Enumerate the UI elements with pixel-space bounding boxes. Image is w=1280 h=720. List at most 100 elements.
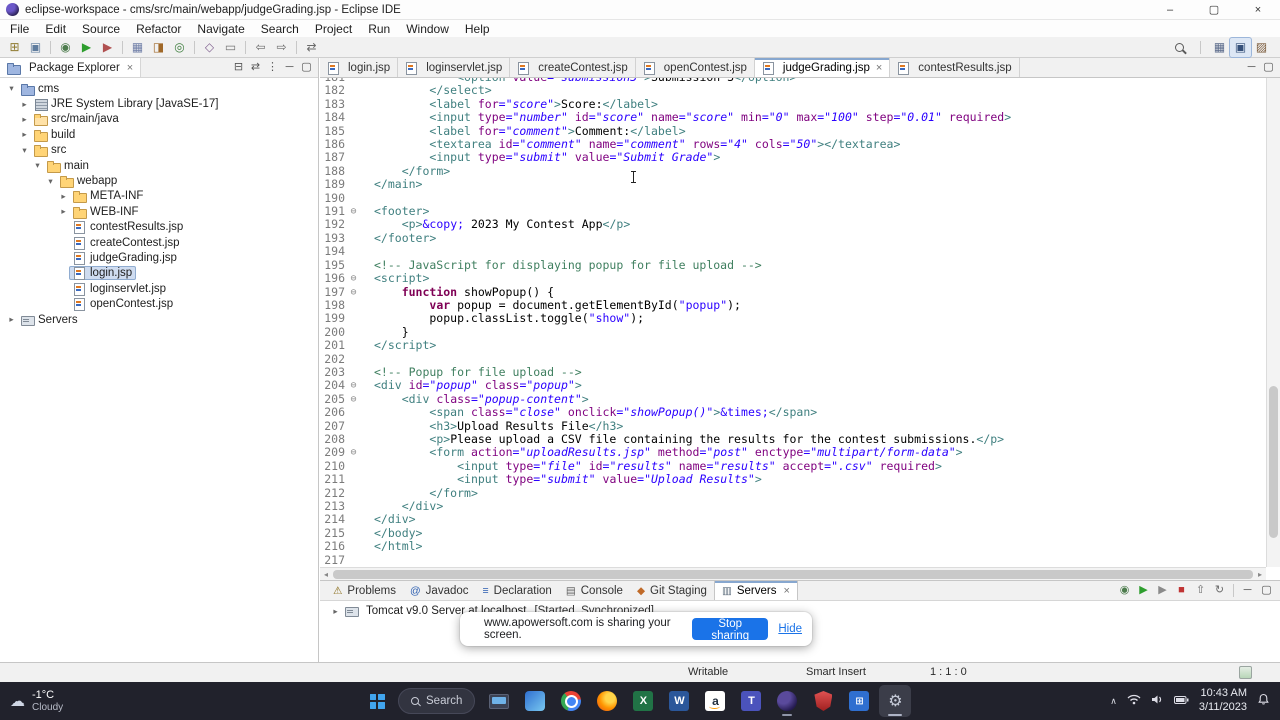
- tree-item-main[interactable]: ▾ main: [0, 158, 318, 173]
- code-line-184[interactable]: 184 <input type="number" id="score" name…: [320, 110, 1266, 124]
- taskbar-search[interactable]: Search: [398, 688, 476, 714]
- taskbar-app-photos[interactable]: [519, 685, 551, 717]
- debug-icon[interactable]: ◉: [55, 38, 76, 57]
- code-line-195[interactable]: 195 <!-- JavaScript for displaying popup …: [320, 258, 1266, 272]
- close-view-icon[interactable]: ×: [127, 62, 133, 74]
- panel-tab-problems[interactable]: ⚠ Problems: [326, 581, 403, 600]
- tab-package-explorer[interactable]: Package Explorer ×: [0, 58, 142, 77]
- forward-icon[interactable]: ⇨: [271, 38, 292, 57]
- editor-tab-login-jsp[interactable]: login.jsp: [320, 58, 399, 77]
- taskbar-app-firefox[interactable]: [591, 685, 623, 717]
- tree-toggle-icon[interactable]: ▸: [19, 99, 30, 110]
- tree-toggle-icon[interactable]: ▾: [19, 145, 30, 156]
- tree-item-opencontest-jsp[interactable]: openContest.jsp: [0, 296, 318, 312]
- panel-tab-declaration[interactable]: ≡ Declaration: [476, 581, 559, 600]
- menu-file[interactable]: File: [2, 22, 37, 36]
- debug-server-icon[interactable]: ◉: [1115, 581, 1134, 600]
- code-line-187[interactable]: 187 <input type="submit" value="Submit G…: [320, 151, 1266, 165]
- tree-toggle-icon[interactable]: ▸: [58, 191, 69, 202]
- taskbar-app-screen-mirror[interactable]: [483, 685, 515, 717]
- taskbar-app-chrome[interactable]: [555, 685, 587, 717]
- code-line-207[interactable]: 207 <h3>Upload Results File</h3>: [320, 419, 1266, 433]
- code-line-189[interactable]: 189 </main>: [320, 177, 1266, 191]
- weather-widget[interactable]: ☁ -1°C Cloudy: [10, 682, 63, 720]
- maximize-view-icon[interactable]: ▢: [1257, 581, 1276, 600]
- editor-tab-opencontest-jsp[interactable]: openContest.jsp: [636, 58, 755, 77]
- close-button[interactable]: ×: [1236, 0, 1280, 19]
- scroll-left-icon[interactable]: ◂: [320, 570, 332, 579]
- tree-toggle-icon[interactable]: ▸: [330, 606, 341, 617]
- scroll-right-icon[interactable]: ▸: [1254, 570, 1266, 579]
- code-line-203[interactable]: 203 <!-- Popup for file upload -->: [320, 365, 1266, 379]
- java-perspective-icon[interactable]: ▨: [1251, 38, 1272, 57]
- code-line-186[interactable]: 186 <textarea id="comment" name="comment…: [320, 137, 1266, 151]
- menu-search[interactable]: Search: [253, 22, 307, 36]
- hidden-icons-chevron[interactable]: ∧: [1110, 696, 1117, 707]
- tree-toggle-icon[interactable]: ▸: [19, 129, 30, 140]
- code-line-208[interactable]: 208 <p>Please upload a CSV file containi…: [320, 432, 1266, 446]
- code-line-194[interactable]: 194: [320, 244, 1266, 258]
- code-line-188[interactable]: 188 </form>: [320, 164, 1266, 178]
- fold-toggle-icon[interactable]: ⊖: [347, 393, 360, 406]
- code-line-190[interactable]: 190: [320, 191, 1266, 205]
- maximize-button[interactable]: ▢: [1192, 0, 1236, 19]
- taskbar-app-security[interactable]: [807, 685, 839, 717]
- code-line-206[interactable]: 206 <span class="close" onclick="showPop…: [320, 405, 1266, 419]
- tree-toggle-icon[interactable]: ▾: [32, 160, 43, 171]
- taskbar-app-excel[interactable]: X: [627, 685, 659, 717]
- code-line-191[interactable]: 191 ⊖ <footer>: [320, 204, 1266, 218]
- menu-window[interactable]: Window: [398, 22, 457, 36]
- code-line-197[interactable]: 197 ⊖ function showPopup() {: [320, 285, 1266, 299]
- taskbar-app-store[interactable]: ⊞: [843, 685, 875, 717]
- menu-navigate[interactable]: Navigate: [189, 22, 252, 36]
- menu-source[interactable]: Source: [74, 22, 128, 36]
- menu-project[interactable]: Project: [307, 22, 360, 36]
- minimize-view-icon[interactable]: ─: [1238, 581, 1257, 600]
- fold-toggle-icon[interactable]: ⊖: [347, 272, 360, 285]
- code-line-183[interactable]: 183 <label for="score">Score:</label>: [320, 97, 1266, 111]
- new-servlet-icon[interactable]: ◨: [148, 38, 169, 57]
- code-line-212[interactable]: 212 </form>: [320, 486, 1266, 500]
- code-line-202[interactable]: 202: [320, 352, 1266, 366]
- volume-icon[interactable]: [1151, 694, 1164, 708]
- stop-sharing-button[interactable]: Stop sharing: [692, 618, 769, 642]
- panel-tab-console[interactable]: ▤ Console: [559, 581, 630, 600]
- vertical-scrollbar[interactable]: [1266, 78, 1280, 567]
- taskbar-app-teams[interactable]: T: [735, 685, 767, 717]
- save-icon[interactable]: ▣: [25, 38, 46, 57]
- tree-item-loginservlet-jsp[interactable]: loginservlet.jsp: [0, 281, 318, 296]
- back-icon[interactable]: ⇦: [250, 38, 271, 57]
- tree-item-src[interactable]: ▾ src: [0, 143, 318, 158]
- new-wizard-icon[interactable]: ⊞: [4, 38, 25, 57]
- code-line-185[interactable]: 185 <label for="comment">Comment:</label…: [320, 124, 1266, 138]
- code-editor[interactable]: 181 <option value="submission3">Submissi…: [320, 78, 1266, 567]
- code-line-201[interactable]: 201 </script>: [320, 338, 1266, 352]
- search-icon[interactable]: [1175, 42, 1184, 52]
- code-line-196[interactable]: 196 ⊖ <script>: [320, 271, 1266, 285]
- java-ee-perspective-icon[interactable]: ▣: [1229, 36, 1252, 58]
- tree-item-contestresults-jsp[interactable]: contestResults.jsp: [0, 220, 318, 235]
- minimize-view-icon[interactable]: ─: [281, 58, 298, 77]
- view-menu-icon[interactable]: ⋮: [264, 58, 281, 77]
- code-line-193[interactable]: 193 </footer>: [320, 231, 1266, 245]
- new-class-icon[interactable]: ◎: [169, 38, 190, 57]
- code-line-205[interactable]: 205 ⊖ <div class="popup-content">: [320, 392, 1266, 406]
- tree-item-meta-inf[interactable]: ▸ META-INF: [0, 189, 318, 204]
- insert-mode-status[interactable]: Smart Insert: [806, 666, 866, 678]
- collapse-all-icon[interactable]: ⊟: [230, 58, 247, 77]
- editor-tab-contestresults-jsp[interactable]: contestResults.jsp: [890, 58, 1020, 77]
- code-line-210[interactable]: 210 <input type="file" id="results" name…: [320, 459, 1266, 473]
- maximize-view-icon[interactable]: ▢: [298, 58, 315, 77]
- close-tab-icon[interactable]: ×: [783, 585, 789, 597]
- notifications-bell-icon[interactable]: [1257, 693, 1270, 709]
- taskbar-app-word[interactable]: W: [663, 685, 695, 717]
- wifi-icon[interactable]: [1127, 694, 1141, 708]
- tree-toggle-icon[interactable]: ▸: [19, 114, 30, 125]
- tree-toggle-icon[interactable]: ▸: [6, 314, 17, 325]
- profile-server-icon[interactable]: ▶: [1153, 581, 1172, 600]
- run-icon[interactable]: ▶: [76, 38, 97, 57]
- notifications-icon[interactable]: [1239, 666, 1252, 679]
- tree-item-judgegrading-jsp[interactable]: judgeGrading.jsp: [0, 250, 318, 265]
- code-line-217[interactable]: 217: [320, 553, 1266, 567]
- fold-toggle-icon[interactable]: ⊖: [347, 379, 360, 392]
